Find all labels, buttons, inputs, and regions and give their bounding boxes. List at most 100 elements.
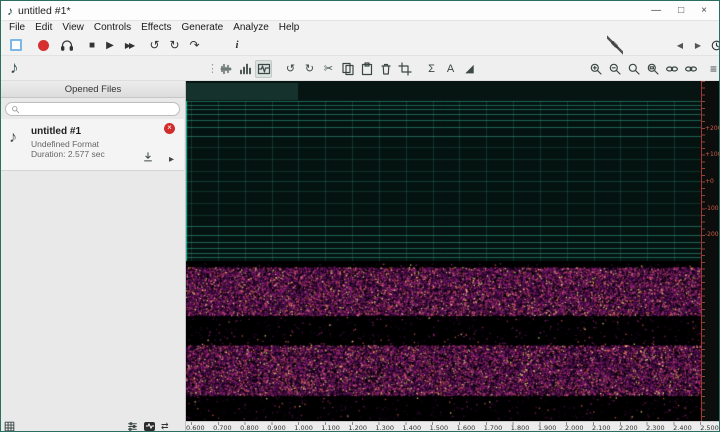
time-label: 2.000 (565, 424, 584, 432)
level-meter-icon (238, 62, 252, 76)
maximize-button[interactable]: □ (678, 6, 684, 16)
window-title: untitled #1* (18, 5, 71, 17)
history-back-button[interactable]: ◀ (673, 34, 687, 56)
undo-button[interactable]: ↺ (282, 60, 299, 78)
loop-button[interactable]: ↺ (147, 34, 162, 56)
info-button[interactable]: i (231, 34, 243, 56)
link-views-button[interactable] (683, 60, 700, 78)
swap-panels-icon[interactable]: ⇄ (161, 421, 169, 432)
search-input[interactable] (23, 104, 174, 114)
selection-tool-button[interactable] (8, 34, 24, 56)
redo-button[interactable]: ↻ (301, 60, 318, 78)
zoom-full-icon (627, 62, 641, 76)
level-meter-button[interactable] (236, 60, 253, 78)
record-button[interactable] (35, 34, 51, 56)
time-label: 1.400 (403, 424, 422, 432)
file-duration: Duration: 2.577 sec (31, 149, 105, 159)
delete-button[interactable] (377, 60, 394, 78)
redo-icon: ↻ (305, 62, 314, 75)
menu-file[interactable]: File (9, 22, 25, 33)
menu-analyze[interactable]: Analyze (233, 22, 269, 33)
headphones-icon (60, 38, 74, 52)
app-note-icon: ♪ (7, 5, 13, 17)
menubar: File Edit View Controls Effects Generate… (1, 21, 719, 34)
equalizer-icon[interactable] (127, 421, 138, 432)
minimize-button[interactable]: — (651, 6, 661, 16)
file-save-button[interactable] (142, 151, 154, 163)
zoom-full-button[interactable] (626, 60, 643, 78)
repeat-button[interactable]: ↻ (167, 34, 182, 56)
time-ruler[interactable]: 0.600 0.700 0.800 0.900 1.000 1.100 1.20… (186, 421, 720, 432)
audio-display-canvas[interactable] (186, 81, 701, 421)
zoom-selection-button[interactable] (645, 60, 662, 78)
zoom-in-button[interactable] (588, 60, 605, 78)
close-button[interactable]: × (701, 6, 707, 16)
arrow-left-icon: ◀ (677, 41, 683, 50)
time-label: 0.700 (213, 424, 232, 432)
time-label: 1.600 (457, 424, 476, 432)
jump-button[interactable]: ↷ (187, 34, 202, 56)
grid-view-icon[interactable] (4, 421, 15, 432)
loop-icon: ↺ (149, 38, 159, 52)
menu-view[interactable]: View (62, 22, 84, 33)
menu-controls[interactable]: Controls (94, 22, 131, 33)
zoom-in-icon (589, 62, 603, 76)
file-play-button[interactable]: ▸ (169, 154, 174, 165)
play-button[interactable]: ▶ (103, 34, 117, 56)
file-note-icon: ♪ (9, 129, 17, 147)
fade-button[interactable]: ◢ (461, 60, 478, 78)
history-button[interactable] (709, 34, 720, 56)
time-label: 0.800 (240, 424, 259, 432)
stop-button[interactable]: ■ (85, 34, 99, 56)
zoom-out-icon (608, 62, 622, 76)
time-label: 1.700 (484, 424, 503, 432)
menu-help[interactable]: Help (279, 22, 300, 33)
spectral-view-button[interactable] (255, 60, 272, 78)
cut-button[interactable]: ✂ (320, 60, 337, 78)
ruler-label: +2000 (705, 125, 720, 132)
sigma-icon: Σ (428, 63, 435, 75)
sidebar-status-icons: ⇄ (127, 421, 169, 432)
zoom-out-button[interactable] (607, 60, 624, 78)
ruler-label: +1000 (705, 151, 720, 158)
file-close-button[interactable]: × (164, 123, 175, 134)
link-time-button[interactable] (664, 60, 681, 78)
menu-edit[interactable]: Edit (35, 22, 52, 33)
waveform-add-button[interactable] (217, 60, 234, 78)
copy-button[interactable] (339, 60, 356, 78)
window-controls: — □ × (651, 6, 713, 16)
search-box[interactable] (5, 102, 180, 116)
ruler-label: -2000 (705, 231, 720, 238)
zoom-selection-icon (646, 62, 660, 76)
time-label: 1.900 (538, 424, 557, 432)
ruler-label: -1000 (705, 205, 720, 212)
edit-disabled-button[interactable]: ✎ (607, 34, 623, 56)
sidebar: Opened Files ♪ untitled #1 Undefined For… (1, 81, 186, 432)
sidebar-app-icon: ♪ (10, 58, 19, 78)
time-label: 0.900 (267, 424, 286, 432)
panel-menu-button[interactable]: ≡ (710, 62, 717, 76)
amplitude-ruler[interactable]: +2000 +1000 +0 -1000 -2000 (701, 81, 720, 421)
file-name: untitled #1 (31, 126, 81, 137)
crop-button[interactable] (396, 60, 413, 78)
opened-files-title: Opened Files (65, 84, 122, 95)
clock-icon (710, 39, 720, 52)
toolbar-drag-handle[interactable]: ⋮ (207, 62, 215, 75)
fast-forward-button[interactable]: ▶▶ (120, 34, 138, 56)
play-icon: ▶ (106, 40, 114, 51)
stop-icon: ■ (89, 40, 95, 51)
menu-effects[interactable]: Effects (141, 22, 171, 33)
paste-button[interactable] (358, 60, 375, 78)
record-icon (38, 40, 49, 51)
history-forward-button[interactable]: ▶ (691, 34, 705, 56)
copy-icon (341, 62, 355, 76)
time-label: 1.000 (294, 424, 313, 432)
repeat-icon: ↻ (169, 38, 179, 52)
amplitude-button[interactable]: A (442, 60, 459, 78)
menu-generate[interactable]: Generate (182, 22, 224, 33)
normalize-button[interactable]: Σ (423, 60, 440, 78)
monitor-button[interactable] (58, 34, 76, 56)
opened-file-item[interactable]: ♪ untitled #1 Undefined Format Duration:… (1, 119, 184, 171)
mini-view-icon[interactable] (144, 422, 155, 431)
undo-icon: ↺ (286, 62, 295, 75)
